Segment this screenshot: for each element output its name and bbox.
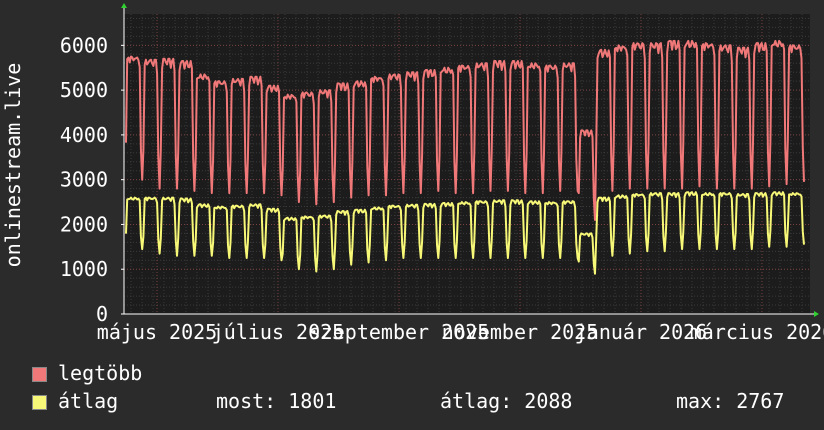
y-tick-label: 1000 [60, 257, 108, 281]
y-tick-label: 6000 [60, 33, 108, 57]
x-tick-label: március 2026 [690, 320, 824, 344]
stat-now: most: 1801 [216, 389, 337, 413]
legend-label-avg: átlag [58, 389, 119, 413]
y-tick-label: 5000 [60, 78, 108, 102]
x-tick-label: május 2025 [97, 320, 217, 344]
stat-average: átlag: 2088 [440, 389, 573, 413]
y-tick-label: 2000 [60, 212, 108, 236]
y-axis-label: onlinestream.live [1, 63, 25, 268]
y-axis-arrow [121, 3, 127, 8]
legend-label-max: legtöbb [58, 361, 143, 385]
x-axis-arrow [814, 311, 819, 317]
y-tick-label: 3000 [60, 168, 108, 192]
x-tick-label: január 2026 [575, 320, 707, 344]
legend-swatch-avg [32, 395, 47, 410]
stat-max: max: 2767 [676, 389, 785, 413]
y-tick-label: 4000 [60, 123, 108, 147]
legend-swatch-max [32, 367, 47, 382]
